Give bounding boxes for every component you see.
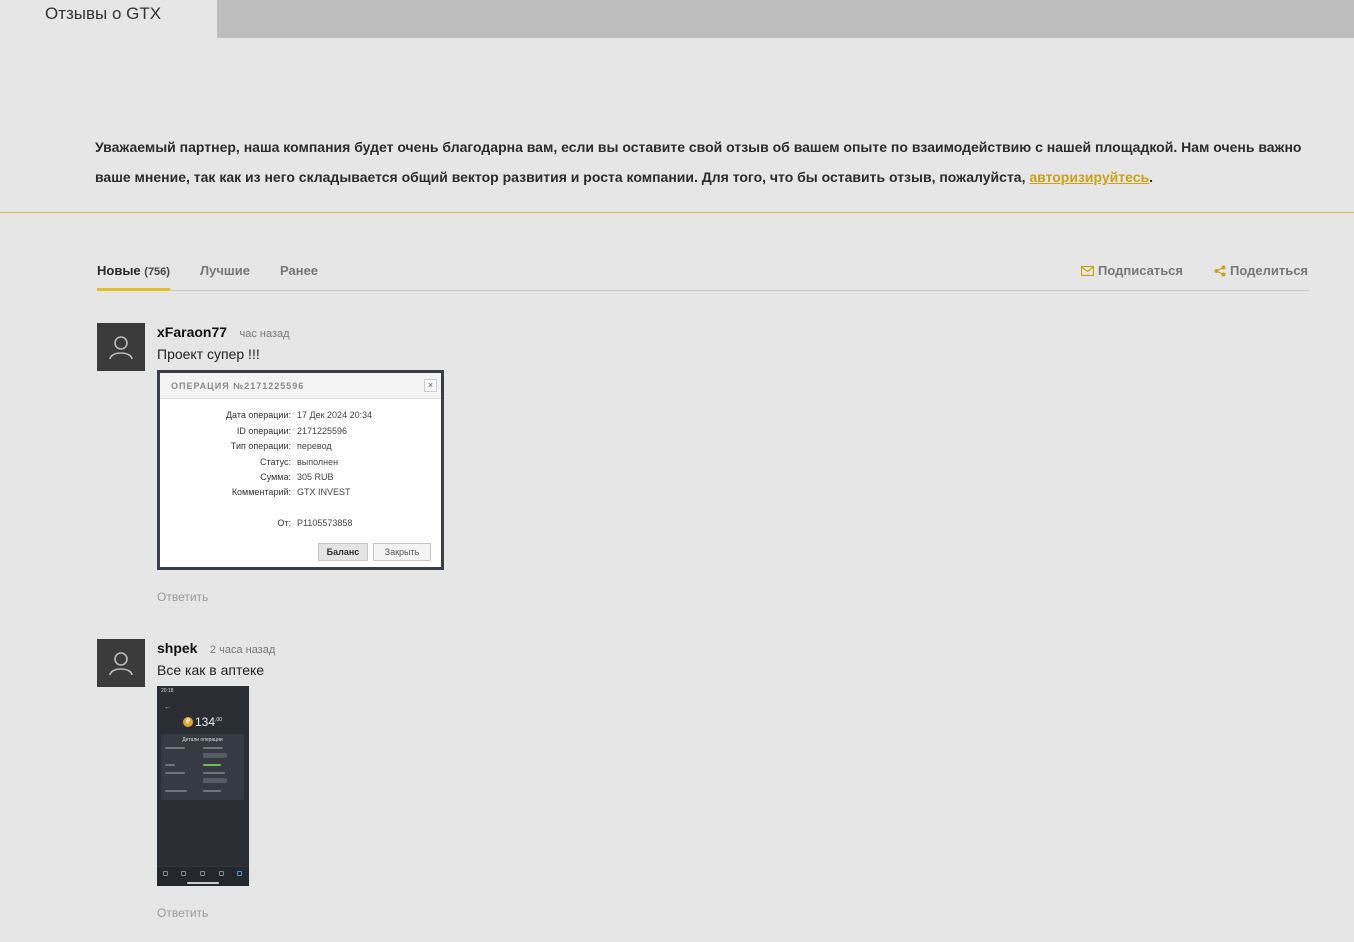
- ruble-coin-icon: ₽: [183, 717, 193, 727]
- comment-author[interactable]: shpek: [157, 640, 197, 656]
- comments-tabs: Новые (756) Лучшие Ранее Подписаться Под…: [97, 255, 1309, 291]
- share-icon: [1214, 265, 1226, 276]
- avatar[interactable]: [97, 323, 145, 371]
- new-count: (756): [144, 266, 170, 278]
- reply-link[interactable]: Ответить: [157, 906, 208, 920]
- reply-link[interactable]: Ответить: [157, 590, 208, 604]
- tab-reviews[interactable]: Отзывы о GTX: [0, 0, 217, 38]
- tab-new[interactable]: Новые (756): [97, 263, 170, 278]
- tab-best[interactable]: Лучшие: [200, 263, 250, 278]
- operation-details-title: Детали операции: [182, 737, 223, 743]
- comment-attachment-image[interactable]: 20:18 ← ₽ 134,00 Детали операции: [157, 686, 249, 886]
- top-tab-bar: Отзывы о GTX: [0, 0, 1354, 38]
- phone-amount: 134,00: [195, 715, 222, 729]
- comment-time[interactable]: 2 часа назад: [210, 644, 275, 656]
- comment-text: Проект супер !!!: [157, 346, 260, 362]
- authorize-link[interactable]: авторизируйтесь: [1029, 169, 1149, 185]
- share-button[interactable]: Поделиться: [1214, 263, 1308, 278]
- phone-bottom-nav: [157, 866, 249, 886]
- envelope-icon: [1081, 265, 1094, 276]
- back-arrow-icon: ←: [164, 704, 171, 711]
- comment-item: xFaraon77 час назад Проект супер !!! ОПЕ…: [97, 323, 497, 613]
- user-icon: [109, 652, 133, 676]
- phone-status-time: 20:18: [161, 688, 174, 694]
- comment-time[interactable]: час назад: [240, 328, 290, 340]
- balance-button: Баланс: [318, 543, 368, 561]
- section-divider: [0, 212, 1354, 213]
- active-tab-underline: [97, 288, 170, 291]
- operation-title: ОПЕРАЦИЯ №2171225596: [171, 381, 305, 391]
- tab-reviews-label: Отзывы о GTX: [45, 4, 162, 23]
- comment-text: Все как в аптеке: [157, 662, 265, 678]
- comment-author[interactable]: xFaraon77: [157, 324, 227, 340]
- tab-old[interactable]: Ранее: [280, 263, 318, 278]
- avatar[interactable]: [97, 639, 145, 687]
- close-button: Закрыть: [373, 543, 431, 561]
- close-icon: ×: [424, 379, 437, 392]
- comment-attachment-image[interactable]: ОПЕРАЦИЯ №2171225596 × Дата операции: 17 …: [157, 370, 444, 570]
- operation-details-card: Детали операции: [161, 734, 244, 800]
- intro-text: Уважаемый партнер, наша компания будет о…: [95, 139, 1302, 185]
- comment-item: shpek 2 часа назад Все как в аптеке 20:1…: [97, 639, 497, 929]
- user-icon: [109, 336, 133, 360]
- subscribe-button[interactable]: Подписаться: [1081, 263, 1183, 278]
